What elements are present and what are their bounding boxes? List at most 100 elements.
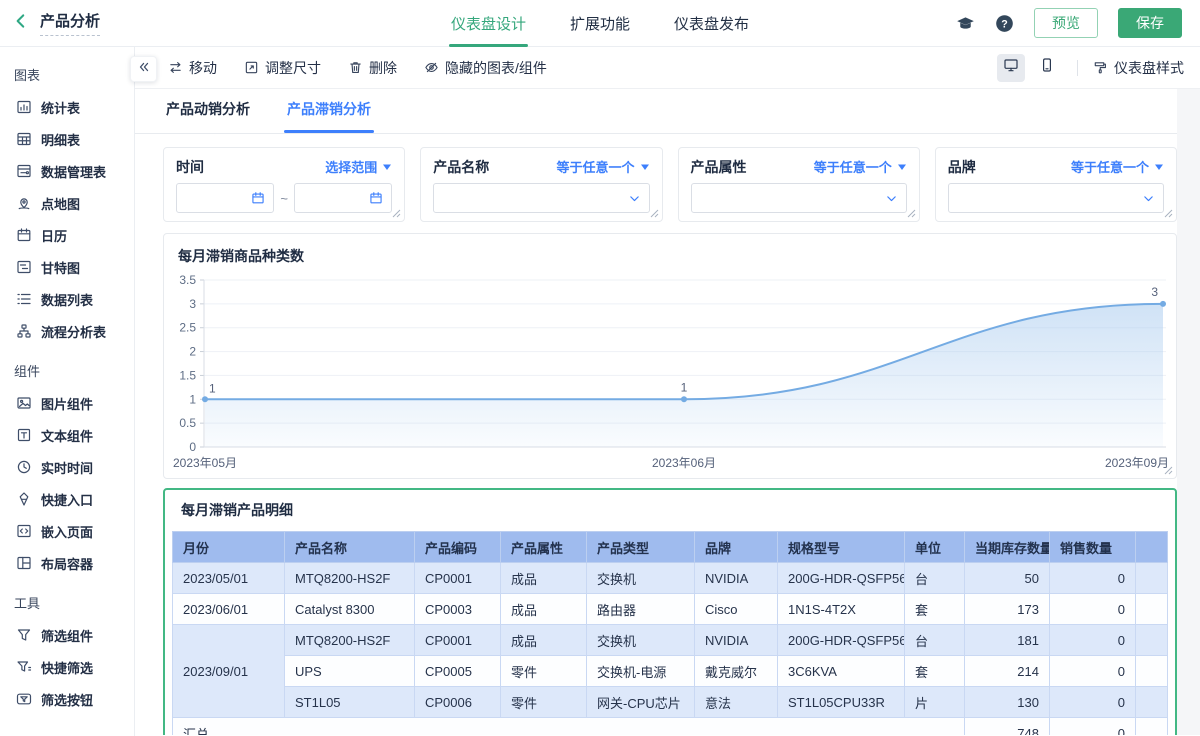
table-cell: 套 <box>905 594 965 625</box>
table-cell: 0 <box>1050 625 1136 656</box>
dashboard-page-tab[interactable]: 产品滞销分析 <box>287 99 371 133</box>
select-input[interactable] <box>948 183 1164 213</box>
filter-card[interactable]: 产品属性 等于任意一个 <box>678 147 920 222</box>
date-input[interactable] <box>176 183 274 213</box>
table-cell: 200G-HDR-QSFP56 <box>778 625 905 656</box>
resize-handle-icon[interactable] <box>907 209 916 218</box>
page-title: 产品分析 <box>40 10 100 36</box>
mobile-icon <box>1039 57 1055 78</box>
table-column-header: 产品类型 <box>587 532 695 563</box>
sidebar-item-data-list[interactable]: 数据列表 <box>0 283 134 315</box>
filter-card[interactable]: 产品名称 等于任意一个 <box>420 147 662 222</box>
filter-operator-dropdown[interactable]: 选择范围 <box>325 157 392 176</box>
filter-card[interactable]: 时间 选择范围 ~ <box>163 147 405 222</box>
toolbar-action-move[interactable]: 移动 <box>168 58 217 78</box>
sidebar-item-quick-filter[interactable]: 快捷筛选 <box>0 651 134 683</box>
resize-handle-icon[interactable] <box>1164 209 1173 218</box>
table-cell: CP0003 <box>415 594 501 625</box>
filter-operator-dropdown[interactable]: 等于任意一个 <box>556 157 649 176</box>
dashboard-style-button[interactable]: 仪表盘样式 <box>1092 58 1184 78</box>
resize-handle-icon[interactable] <box>650 209 659 218</box>
chevron-down-icon <box>885 192 898 205</box>
gantt-icon <box>16 259 32 275</box>
resize-handle-icon[interactable] <box>392 209 401 218</box>
chart-panel[interactable]: 每月滞销商品种类数 00.511.522.533.51132023年05月202… <box>163 233 1177 479</box>
table-cell: 台 <box>905 563 965 594</box>
caret-down-icon <box>382 162 392 172</box>
sidebar-item-detail-table[interactable]: 明细表 <box>0 123 134 155</box>
calendar-icon <box>251 191 265 205</box>
table-cell <box>1136 563 1168 594</box>
table-cell: 意法 <box>695 687 778 718</box>
caret-down-icon <box>640 162 650 172</box>
help-icon[interactable]: ? <box>995 14 1014 33</box>
sidebar-item-label: 文本组件 <box>41 426 93 445</box>
sidebar-section-title: 图表 <box>0 61 134 91</box>
table-cell: 3C6KVA <box>778 656 905 687</box>
header-tab[interactable]: 仪表盘发布 <box>674 0 749 47</box>
sidebar-item-embed[interactable]: 嵌入页面 <box>0 515 134 547</box>
table-cell: 成品 <box>501 594 587 625</box>
sidebar-item-filter-button[interactable]: 筛选按钮 <box>0 683 134 715</box>
svg-text:1: 1 <box>681 380 688 394</box>
device-toggle-desktop[interactable] <box>997 54 1025 82</box>
table-cell: 0 <box>1050 656 1136 687</box>
sidebar-item-shortcut[interactable]: 快捷入口 <box>0 483 134 515</box>
toolbar-action-resize[interactable]: 调整尺寸 <box>244 58 321 78</box>
toolbar-action-trash[interactable]: 删除 <box>348 58 397 78</box>
sidebar-collapse-button[interactable] <box>130 56 157 82</box>
toolbar-action-eye-off[interactable]: 隐藏的图表/组件 <box>424 58 547 78</box>
device-toggle-group <box>989 54 1061 82</box>
detail-table-icon <box>16 131 32 147</box>
sidebar-item-clock[interactable]: 实时时间 <box>0 451 134 483</box>
select-input[interactable] <box>433 183 649 213</box>
sidebar-item-gantt[interactable]: 甘特图 <box>0 251 134 283</box>
table-cell: NVIDIA <box>695 625 778 656</box>
table-cell: 交换机-电源 <box>587 656 695 687</box>
table-row: UPSCP0005零件交换机-电源戴克威尔3C6KVA套2140 <box>173 656 1168 687</box>
header-tab[interactable]: 扩展功能 <box>570 0 630 47</box>
chevron-down-icon <box>1142 192 1155 205</box>
filter-card[interactable]: 品牌 等于任意一个 <box>935 147 1177 222</box>
summary-sales-total: 0 <box>1050 718 1136 736</box>
sidebar-item-filter[interactable]: 筛选组件 <box>0 619 134 651</box>
graduation-cap-icon[interactable] <box>956 14 975 33</box>
back-button[interactable] <box>12 12 30 35</box>
text-icon <box>16 427 32 443</box>
filter-operator-dropdown[interactable]: 等于任意一个 <box>814 157 907 176</box>
header-tab[interactable]: 仪表盘设计 <box>451 0 526 47</box>
sidebar-item-layout[interactable]: 布局容器 <box>0 547 134 579</box>
table-panel-selected[interactable]: 每月滞销产品明细 月份产品名称产品编码产品属性产品类型品牌规格型号单位当期库存数… <box>163 488 1177 735</box>
sidebar-item-data-manage-table[interactable]: 数据管理表 <box>0 155 134 187</box>
sidebar-item-point-map[interactable]: 点地图 <box>0 187 134 219</box>
data-list-icon <box>16 291 32 307</box>
point-map-icon <box>16 195 32 211</box>
table-column-header <box>1136 532 1168 563</box>
save-button[interactable]: 保存 <box>1118 8 1182 38</box>
sidebar-item-label: 数据列表 <box>41 290 93 309</box>
resize-handle-icon[interactable] <box>1164 466 1173 475</box>
filter-operator-dropdown[interactable]: 等于任意一个 <box>1071 157 1164 176</box>
sidebar-item-flow-analysis[interactable]: 流程分析表 <box>0 315 134 347</box>
svg-text:0: 0 <box>189 440 196 454</box>
sidebar-item-text[interactable]: 文本组件 <box>0 419 134 451</box>
table-cell: 网关-CPU芯片 <box>587 687 695 718</box>
device-toggle-mobile[interactable] <box>1033 54 1061 82</box>
date-input[interactable] <box>294 183 392 213</box>
sidebar-item-image[interactable]: 图片组件 <box>0 387 134 419</box>
table-row: 2023/09/01MTQ8200-HS2FCP0001成品交换机NVIDIA2… <box>173 625 1168 656</box>
sidebar-item-stat-table[interactable]: 统计表 <box>0 91 134 123</box>
table-cell: 1N1S-4T2X <box>778 594 905 625</box>
preview-button[interactable]: 预览 <box>1034 8 1098 38</box>
table-cell <box>1136 687 1168 718</box>
app-body: 图表 统计表 明细表 数据管理表 点地图 日历 甘特图 数据列表 <box>0 47 1200 736</box>
resize-icon <box>244 60 259 75</box>
sidebar-item-calendar[interactable]: 日历 <box>0 219 134 251</box>
calendar-icon <box>16 227 32 243</box>
table-cell <box>1136 594 1168 625</box>
svg-text:1: 1 <box>189 392 196 406</box>
table-cell: 零件 <box>501 687 587 718</box>
table-cell: Cisco <box>695 594 778 625</box>
dashboard-page-tab[interactable]: 产品动销分析 <box>166 99 250 133</box>
select-input[interactable] <box>691 183 907 213</box>
